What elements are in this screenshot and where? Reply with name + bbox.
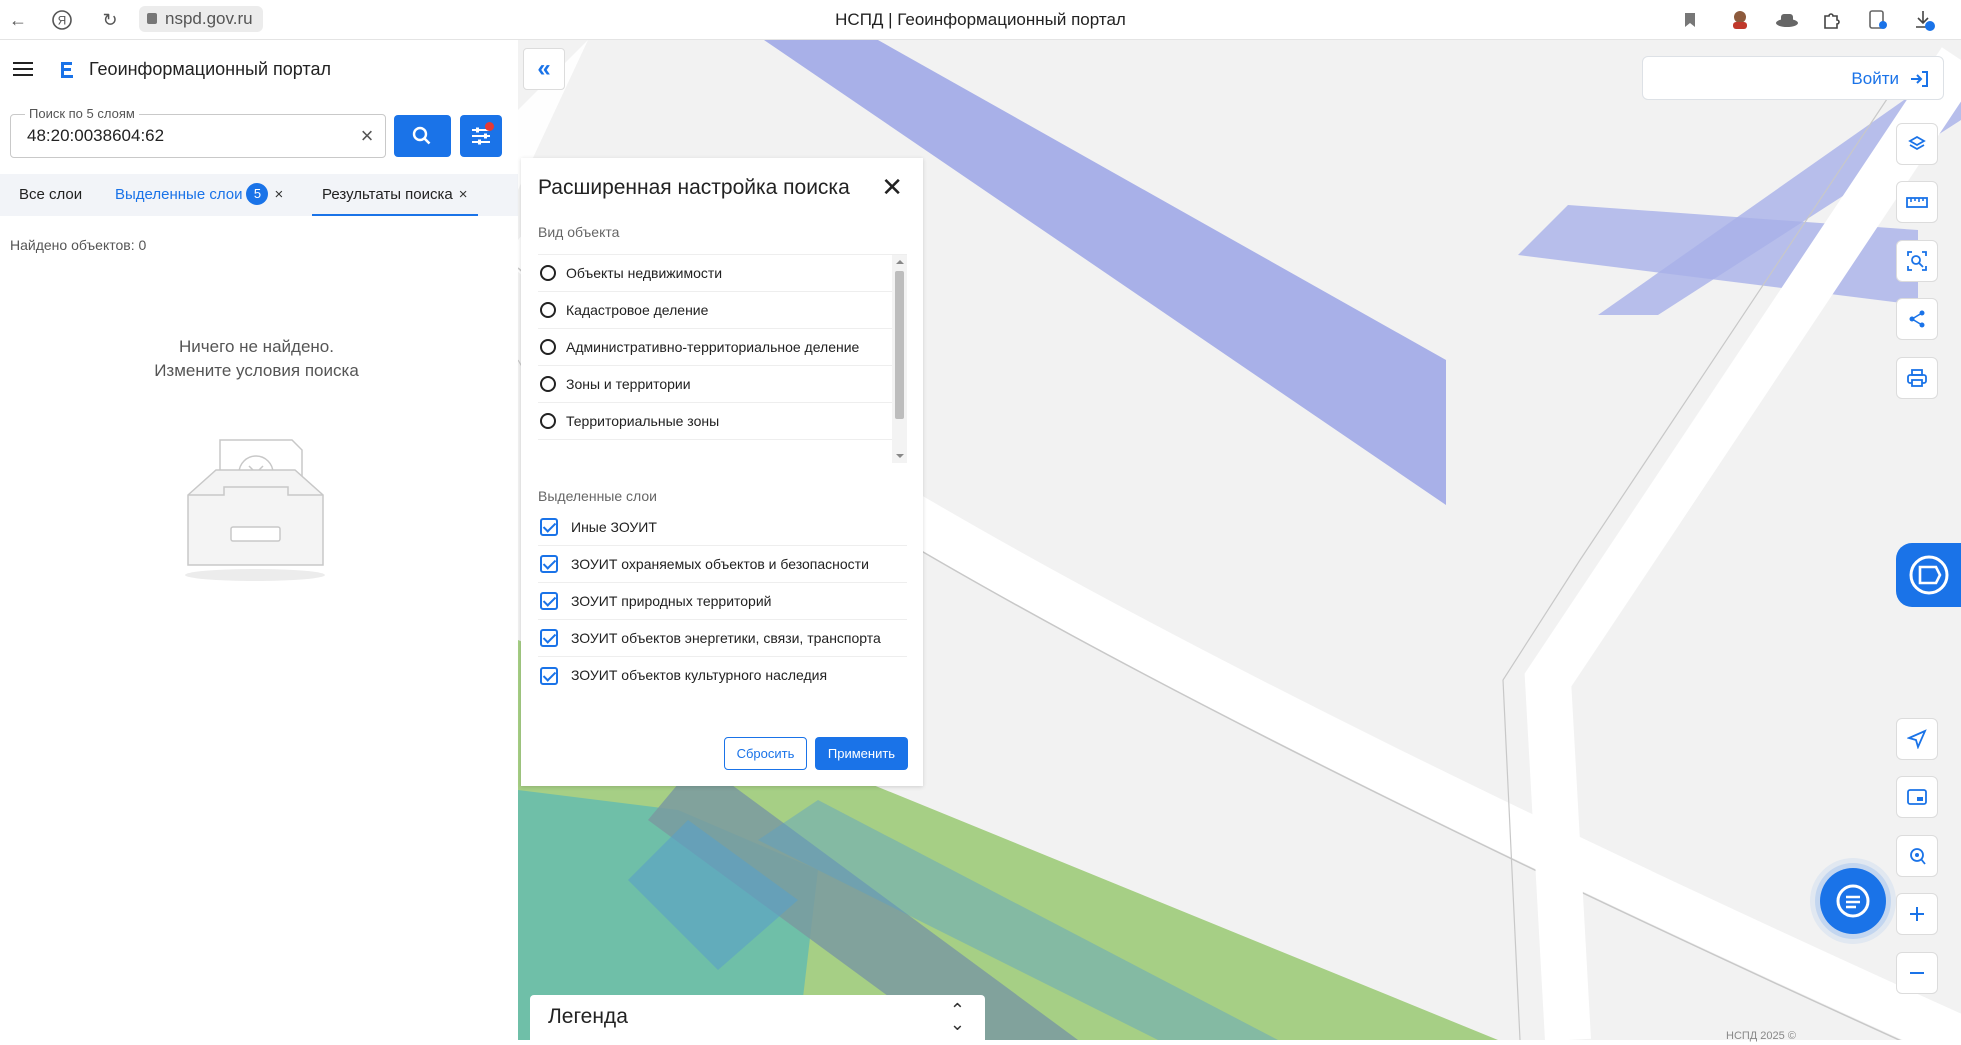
- print-icon: [1907, 369, 1927, 387]
- checkbox[interactable]: [540, 629, 558, 647]
- menu-icon[interactable]: [13, 62, 33, 76]
- search-button[interactable]: [394, 115, 451, 157]
- dialog-title: Расширенная настройка поиска: [538, 176, 850, 199]
- layer-option[interactable]: ЗОУИТ охраняемых объектов и безопасности: [538, 546, 907, 583]
- login-icon: [1911, 71, 1928, 87]
- clear-search-icon[interactable]: ×: [357, 125, 377, 147]
- checkbox[interactable]: [540, 555, 558, 573]
- empty-inbox-icon: [168, 435, 343, 585]
- selected-layers-count-badge: 5: [246, 183, 269, 206]
- app-title: Геоинформационный портал: [89, 59, 331, 79]
- scroll-down-icon[interactable]: [896, 454, 904, 458]
- assistant-chat-button[interactable]: [1820, 868, 1886, 934]
- plus-icon: [1910, 907, 1924, 921]
- feedback-widget[interactable]: [1896, 543, 1961, 607]
- logo-icon: [57, 59, 77, 79]
- geolocation-icon: [1910, 848, 1926, 865]
- scrollbar-thumb[interactable]: [895, 271, 904, 419]
- object-type-option[interactable]: Объекты недвижимости: [538, 255, 907, 292]
- layer-option[interactable]: ЗОУИТ объектов культурного наследия: [538, 657, 907, 694]
- tab-all-layers[interactable]: Все слои: [19, 174, 82, 216]
- object-type-list: Объекты недвижимости Кадастровое деление…: [538, 254, 907, 463]
- extension-doc-icon[interactable]: [1866, 8, 1890, 32]
- tab-selected-layers[interactable]: Выделенные слои 5 ×: [115, 174, 283, 216]
- empty-state-message: Ничего не найдено. Измените условия поис…: [0, 335, 513, 383]
- geolocate-button[interactable]: [1896, 835, 1938, 877]
- minimap-icon: [1907, 789, 1927, 805]
- navigation-arrow-icon: [1907, 729, 1927, 749]
- layers-button[interactable]: [1896, 123, 1938, 165]
- found-count: Найдено объектов: 0: [10, 237, 147, 253]
- tab-title: НСПД | Геоинформационный портал: [835, 10, 1126, 29]
- expand-collapse-icon: ⌃ ⌄: [949, 1000, 965, 1034]
- selected-layers-label: Выделенные слои: [538, 488, 657, 504]
- layers-icon: [1908, 135, 1926, 151]
- object-type-label: Вид объекта: [538, 224, 620, 240]
- downloads-icon[interactable]: [1912, 8, 1936, 32]
- extension-puzzle-icon[interactable]: [1820, 8, 1844, 32]
- legend-label: Легенда: [548, 1005, 628, 1028]
- radio-button[interactable]: [540, 376, 556, 392]
- object-type-option[interactable]: Территориальные зоны: [538, 403, 907, 440]
- extension-avatar-icon[interactable]: [1728, 8, 1752, 32]
- share-button[interactable]: [1896, 298, 1938, 340]
- measure-button[interactable]: [1896, 181, 1938, 223]
- browser-toolbar: ← Я ↻ nspd.gov.ru НСПД | Геоинформационн…: [0, 0, 1961, 40]
- checkbox[interactable]: [540, 592, 558, 610]
- close-tab-search-results-icon[interactable]: ×: [459, 186, 468, 203]
- minimap-button[interactable]: [1896, 776, 1938, 818]
- radio-button[interactable]: [540, 339, 556, 355]
- share-icon: [1909, 310, 1925, 328]
- ruler-icon: [1906, 197, 1928, 208]
- my-location-button[interactable]: [1896, 718, 1938, 760]
- chat-bubble-icon: [1836, 884, 1870, 918]
- close-dialog-icon[interactable]: ✕: [881, 174, 903, 200]
- close-tab-selected-layers-icon[interactable]: ×: [274, 186, 283, 203]
- radio-button[interactable]: [540, 302, 556, 318]
- zoom-out-button[interactable]: [1896, 952, 1938, 994]
- list-scrollbar[interactable]: [892, 255, 907, 463]
- scroll-up-icon[interactable]: [896, 260, 904, 264]
- collapse-sidebar-button[interactable]: «: [523, 48, 565, 90]
- zoom-in-button[interactable]: [1896, 893, 1938, 935]
- area-select-button[interactable]: [1896, 240, 1938, 282]
- area-search-icon: [1907, 251, 1927, 271]
- radio-button[interactable]: [540, 265, 556, 281]
- layer-option[interactable]: ЗОУИТ объектов энергетики, связи, трансп…: [538, 620, 907, 657]
- apply-button[interactable]: Применить: [815, 737, 908, 770]
- sidebar: Геоинформационный портал Поиск по 5 слоя…: [0, 40, 518, 1040]
- checkbox[interactable]: [540, 518, 558, 536]
- minus-icon: [1910, 972, 1924, 974]
- advanced-search-button[interactable]: [460, 115, 502, 157]
- advanced-search-dialog: Расширенная настройка поиска ✕ Вид объек…: [521, 158, 923, 786]
- login-label: Войти: [1851, 69, 1899, 88]
- object-type-option[interactable]: Зоны и территории: [538, 366, 907, 403]
- filter-active-indicator: [485, 122, 494, 131]
- search-field[interactable]: Поиск по 5 слоям ×: [10, 106, 386, 158]
- selected-layers-list: Иные ЗОУИТ ЗОУИТ охраняемых объектов и б…: [538, 509, 907, 694]
- radio-button[interactable]: [540, 413, 556, 429]
- sidebar-tabs: Все слои Выделенные слои 5 × Результаты по…: [0, 174, 518, 216]
- print-button[interactable]: [1896, 357, 1938, 399]
- reset-button[interactable]: Сбросить: [724, 737, 807, 770]
- feedback-icon: [1909, 555, 1948, 595]
- object-type-option[interactable]: Кадастровое деление: [538, 292, 907, 329]
- layer-option[interactable]: ЗОУИТ природных территорий: [538, 583, 907, 620]
- login-button[interactable]: Войти: [1642, 56, 1944, 100]
- empty-state-hint: Измените условия поиска: [154, 361, 359, 380]
- empty-state-title: Ничего не найдено.: [179, 337, 334, 356]
- tab-search-results[interactable]: Результаты поиска ×: [312, 174, 478, 216]
- bookmark-icon[interactable]: [1678, 8, 1702, 32]
- checkbox[interactable]: [540, 666, 558, 685]
- extension-hat-icon[interactable]: [1775, 8, 1799, 32]
- search-label: Поиск по 5 слоям: [25, 106, 139, 121]
- object-type-option[interactable]: Административно-территориальное деление: [538, 329, 907, 366]
- map-attribution: НСПД 2025 ©: [1726, 1030, 1796, 1042]
- layer-option[interactable]: Иные ЗОУИТ: [538, 509, 907, 546]
- legend-panel[interactable]: Легенда ⌃ ⌄: [530, 995, 985, 1045]
- search-input[interactable]: [25, 125, 345, 147]
